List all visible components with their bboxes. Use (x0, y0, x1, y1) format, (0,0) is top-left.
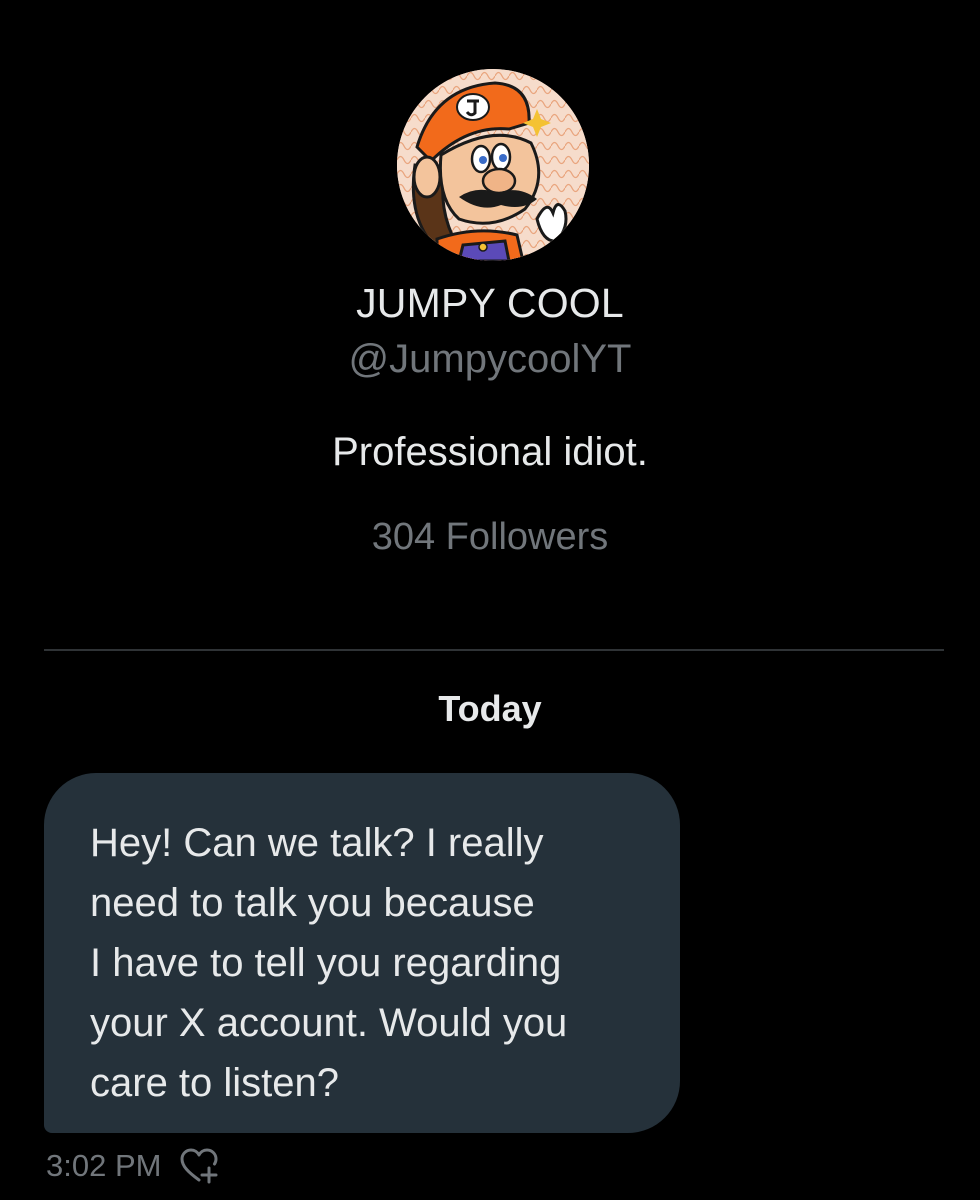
message-meta: 3:02 PM (46, 1146, 221, 1186)
heart-plus-icon (180, 1148, 218, 1184)
message-text-line: I have to tell you regarding (90, 941, 562, 985)
add-reaction-button[interactable] (177, 1146, 221, 1186)
message-text-line: care to listen? (90, 1061, 340, 1105)
message-bubble[interactable]: Hey! Can we talk? I really need to talk … (44, 773, 680, 1133)
section-divider (44, 649, 944, 651)
profile-avatar[interactable] (397, 69, 589, 261)
message-timestamp: 3:02 PM (46, 1148, 162, 1183)
message-text-line: your X account. Would you (90, 1001, 568, 1045)
date-separator: Today (438, 688, 542, 729)
profile-display-name: JUMPY COOL (356, 280, 624, 326)
message-text-line: need to talk you because (90, 881, 535, 925)
profile-handle: @JumpycoolYT (348, 337, 632, 381)
profile-bio: Professional idiot. (332, 430, 648, 474)
followers-count-link[interactable]: 304 Followers (0, 516, 980, 559)
message-text-line: Hey! Can we talk? I really (90, 821, 544, 865)
